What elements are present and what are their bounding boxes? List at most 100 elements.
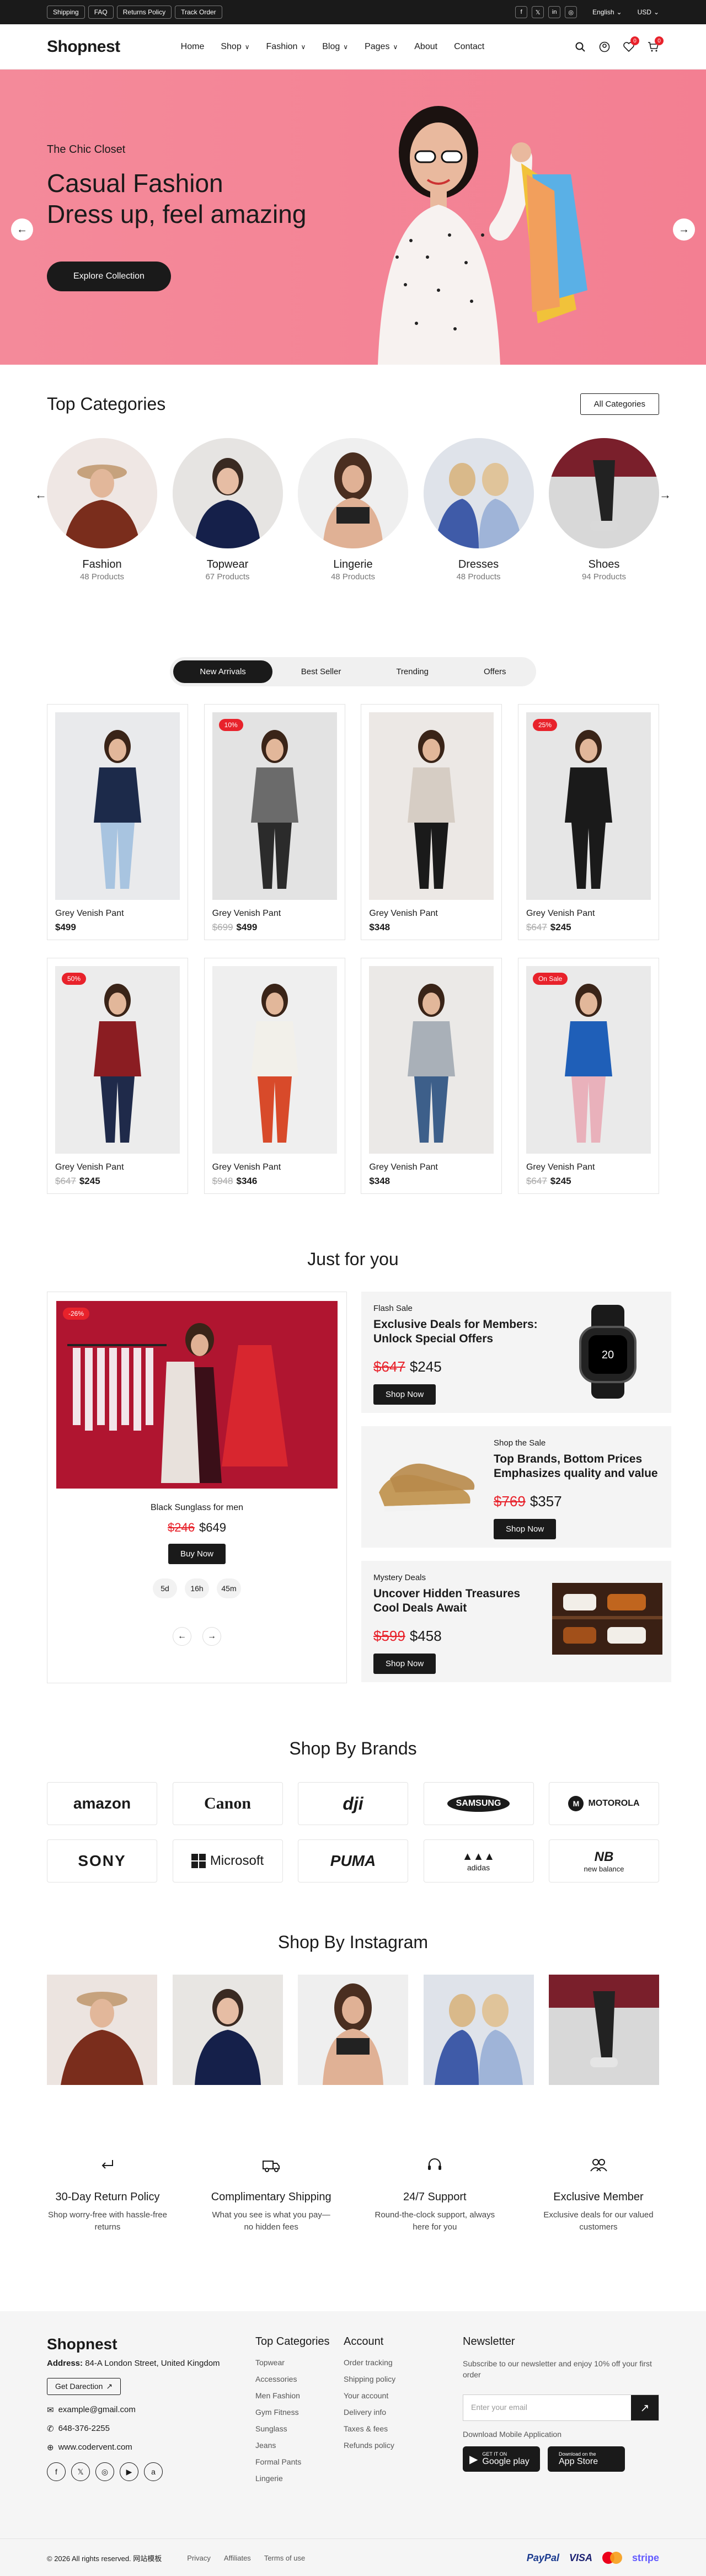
brand-new-balance[interactable]: NB new balance <box>549 1839 659 1882</box>
brand-samsung[interactable]: SAMSUNG <box>423 1782 534 1825</box>
brand-sony[interactable]: SONY <box>47 1839 157 1882</box>
product-name[interactable]: Grey Venish Pant <box>55 1162 180 1172</box>
search-icon[interactable] <box>574 41 586 53</box>
logo[interactable]: Shopnest <box>47 38 120 56</box>
category-card[interactable]: Dresses 48 Products <box>423 438 534 582</box>
tab-offers[interactable]: Offers <box>457 660 533 683</box>
footer-website[interactable]: ⊕ www.codervent.com <box>47 2442 255 2452</box>
footer-link[interactable]: Gym Fitness <box>255 2408 344 2417</box>
brand-puma[interactable]: PUMA <box>298 1839 408 1882</box>
product-card[interactable]: 25% Grey Venish Pant $647 $245 <box>517 704 659 940</box>
shop-now-button[interactable]: Shop Now <box>373 1654 436 1674</box>
instagram-post[interactable] <box>549 1975 659 2085</box>
faq-link[interactable]: FAQ <box>88 6 114 19</box>
brand-microsoft[interactable]: Microsoft <box>172 1839 283 1882</box>
affiliates-link[interactable]: Affiliates <box>224 2554 251 2562</box>
nav-home[interactable]: Home <box>181 42 205 52</box>
facebook-icon[interactable]: f <box>515 6 528 18</box>
amazon-icon[interactable]: a <box>144 2462 163 2481</box>
category-card[interactable]: Lingerie 48 Products <box>298 438 408 582</box>
product-name[interactable]: Grey Venish Pant <box>526 909 651 919</box>
category-card[interactable]: Topwear 67 Products <box>172 438 283 582</box>
facebook-icon[interactable]: f <box>47 2462 66 2481</box>
nav-shop[interactable]: Shop ∨ <box>221 42 249 52</box>
app-store-button[interactable]: Download on the App Store <box>548 2446 625 2472</box>
track-order-link[interactable]: Track Order <box>175 6 222 19</box>
footer-link[interactable]: Sunglass <box>255 2424 344 2433</box>
x-icon[interactable]: 𝕏 <box>71 2462 90 2481</box>
x-icon[interactable]: 𝕏 <box>532 6 544 18</box>
product-card[interactable]: Grey Venish Pant $348 <box>361 958 502 1194</box>
brand-dji[interactable]: dji <box>298 1782 408 1825</box>
next-arrow-icon[interactable]: → <box>202 1627 221 1646</box>
footer-email[interactable]: ✉ example@gmail.com <box>47 2405 255 2415</box>
privacy-link[interactable]: Privacy <box>187 2554 211 2562</box>
featured-deal-card[interactable]: -26% Black Sunglass for men $246 $649 Buy… <box>47 1292 347 1683</box>
product-card[interactable]: On Sale Grey Venish Pant $647 $245 <box>517 958 659 1194</box>
footer-link[interactable]: Taxes & fees <box>344 2424 404 2433</box>
nav-about[interactable]: About <box>414 42 437 52</box>
shop-now-button[interactable]: Shop Now <box>373 1384 436 1405</box>
footer-link[interactable]: Topwear <box>255 2358 344 2367</box>
product-name[interactable]: Grey Venish Pant <box>369 909 494 919</box>
category-card[interactable]: Fashion 48 Products <box>47 438 157 582</box>
language-select[interactable]: English ⌄ <box>592 8 622 16</box>
all-categories-button[interactable]: All Categories <box>580 393 659 415</box>
footer-link[interactable]: Accessories <box>255 2375 344 2383</box>
product-name[interactable]: Grey Venish Pant <box>55 909 180 919</box>
buy-now-button[interactable]: Buy Now <box>168 1544 226 1564</box>
footer-link[interactable]: Delivery info <box>344 2408 404 2417</box>
terms-link[interactable]: Terms of use <box>264 2554 305 2562</box>
product-name[interactable]: Grey Venish Pant <box>212 909 337 919</box>
instagram-post[interactable] <box>423 1975 534 2085</box>
footer-link[interactable]: Formal Pants <box>255 2457 344 2466</box>
user-icon[interactable] <box>598 41 611 53</box>
returns-link[interactable]: Returns Policy <box>116 6 172 19</box>
deal-card-flash-sale[interactable]: Flash Sale Exclusive Deals for Members: … <box>361 1292 671 1413</box>
brand-amazon[interactable]: amazon <box>47 1782 157 1825</box>
category-card[interactable]: Shoes 94 Products <box>549 438 659 582</box>
instagram-post[interactable] <box>172 1975 283 2085</box>
footer-link[interactable]: Men Fashion <box>255 2391 344 2400</box>
product-card[interactable]: Grey Venish Pant $948 $346 <box>204 958 345 1194</box>
footer-link[interactable]: Refunds policy <box>344 2441 404 2450</box>
brand-canon[interactable]: Canon <box>172 1782 283 1825</box>
linkedin-icon[interactable]: in <box>548 6 561 18</box>
instagram-icon[interactable]: ◎ <box>95 2462 114 2481</box>
shipping-link[interactable]: Shipping <box>47 6 85 19</box>
product-card[interactable]: Grey Venish Pant $499 <box>47 704 188 940</box>
footer-link[interactable]: Your account <box>344 2391 404 2400</box>
google-play-button[interactable]: ▶ GET IT ON Google play <box>463 2446 540 2472</box>
prev-arrow-icon[interactable]: ← <box>173 1627 191 1646</box>
hero-next-arrow[interactable]: → <box>673 218 695 241</box>
product-name[interactable]: Grey Venish Pant <box>212 1162 337 1172</box>
brand-adidas[interactable]: ▲▲▲ adidas <box>423 1839 534 1882</box>
categories-next-arrow[interactable]: → <box>659 488 671 502</box>
footer-link[interactable]: Order tracking <box>344 2358 404 2367</box>
deal-card-shop-sale[interactable]: Shop the Sale Top Brands, Bottom Prices … <box>361 1426 671 1548</box>
categories-prev-arrow[interactable]: ← <box>35 488 47 502</box>
nav-contact[interactable]: Contact <box>454 42 484 52</box>
instagram-post[interactable] <box>47 1975 157 2085</box>
product-card[interactable]: Grey Venish Pant $348 <box>361 704 502 940</box>
product-name[interactable]: Grey Venish Pant <box>369 1162 494 1172</box>
wishlist-icon[interactable]: 0 <box>623 36 639 53</box>
cart-icon[interactable]: 0 <box>647 36 664 53</box>
footer-link[interactable]: Jeans <box>255 2441 344 2450</box>
footer-logo[interactable]: Shopnest <box>47 2335 255 2353</box>
nav-blog[interactable]: Blog ∨ <box>322 42 348 52</box>
footer-phone[interactable]: ✆ 648-376-2255 <box>47 2424 255 2434</box>
instagram-post[interactable] <box>298 1975 408 2085</box>
explore-collection-button[interactable]: Explore Collection <box>47 262 171 291</box>
shop-now-button[interactable]: Shop Now <box>494 1519 557 1539</box>
arrow-up-right-icon[interactable]: ↗ <box>631 2395 659 2420</box>
tab-new-arrivals[interactable]: New Arrivals <box>173 660 272 683</box>
tab-best-seller[interactable]: Best Seller <box>275 660 368 683</box>
product-card[interactable]: 10% Grey Venish Pant $699 $499 <box>204 704 345 940</box>
nav-pages[interactable]: Pages ∨ <box>365 42 398 52</box>
nav-fashion[interactable]: Fashion ∨ <box>266 42 306 52</box>
deal-card-mystery[interactable]: Mystery Deals Uncover Hidden Treasures C… <box>361 1561 671 1682</box>
product-card[interactable]: 50% Grey Venish Pant $647 $245 <box>47 958 188 1194</box>
footer-link[interactable]: Lingerie <box>255 2474 344 2483</box>
currency-select[interactable]: USD ⌄ <box>638 8 659 16</box>
